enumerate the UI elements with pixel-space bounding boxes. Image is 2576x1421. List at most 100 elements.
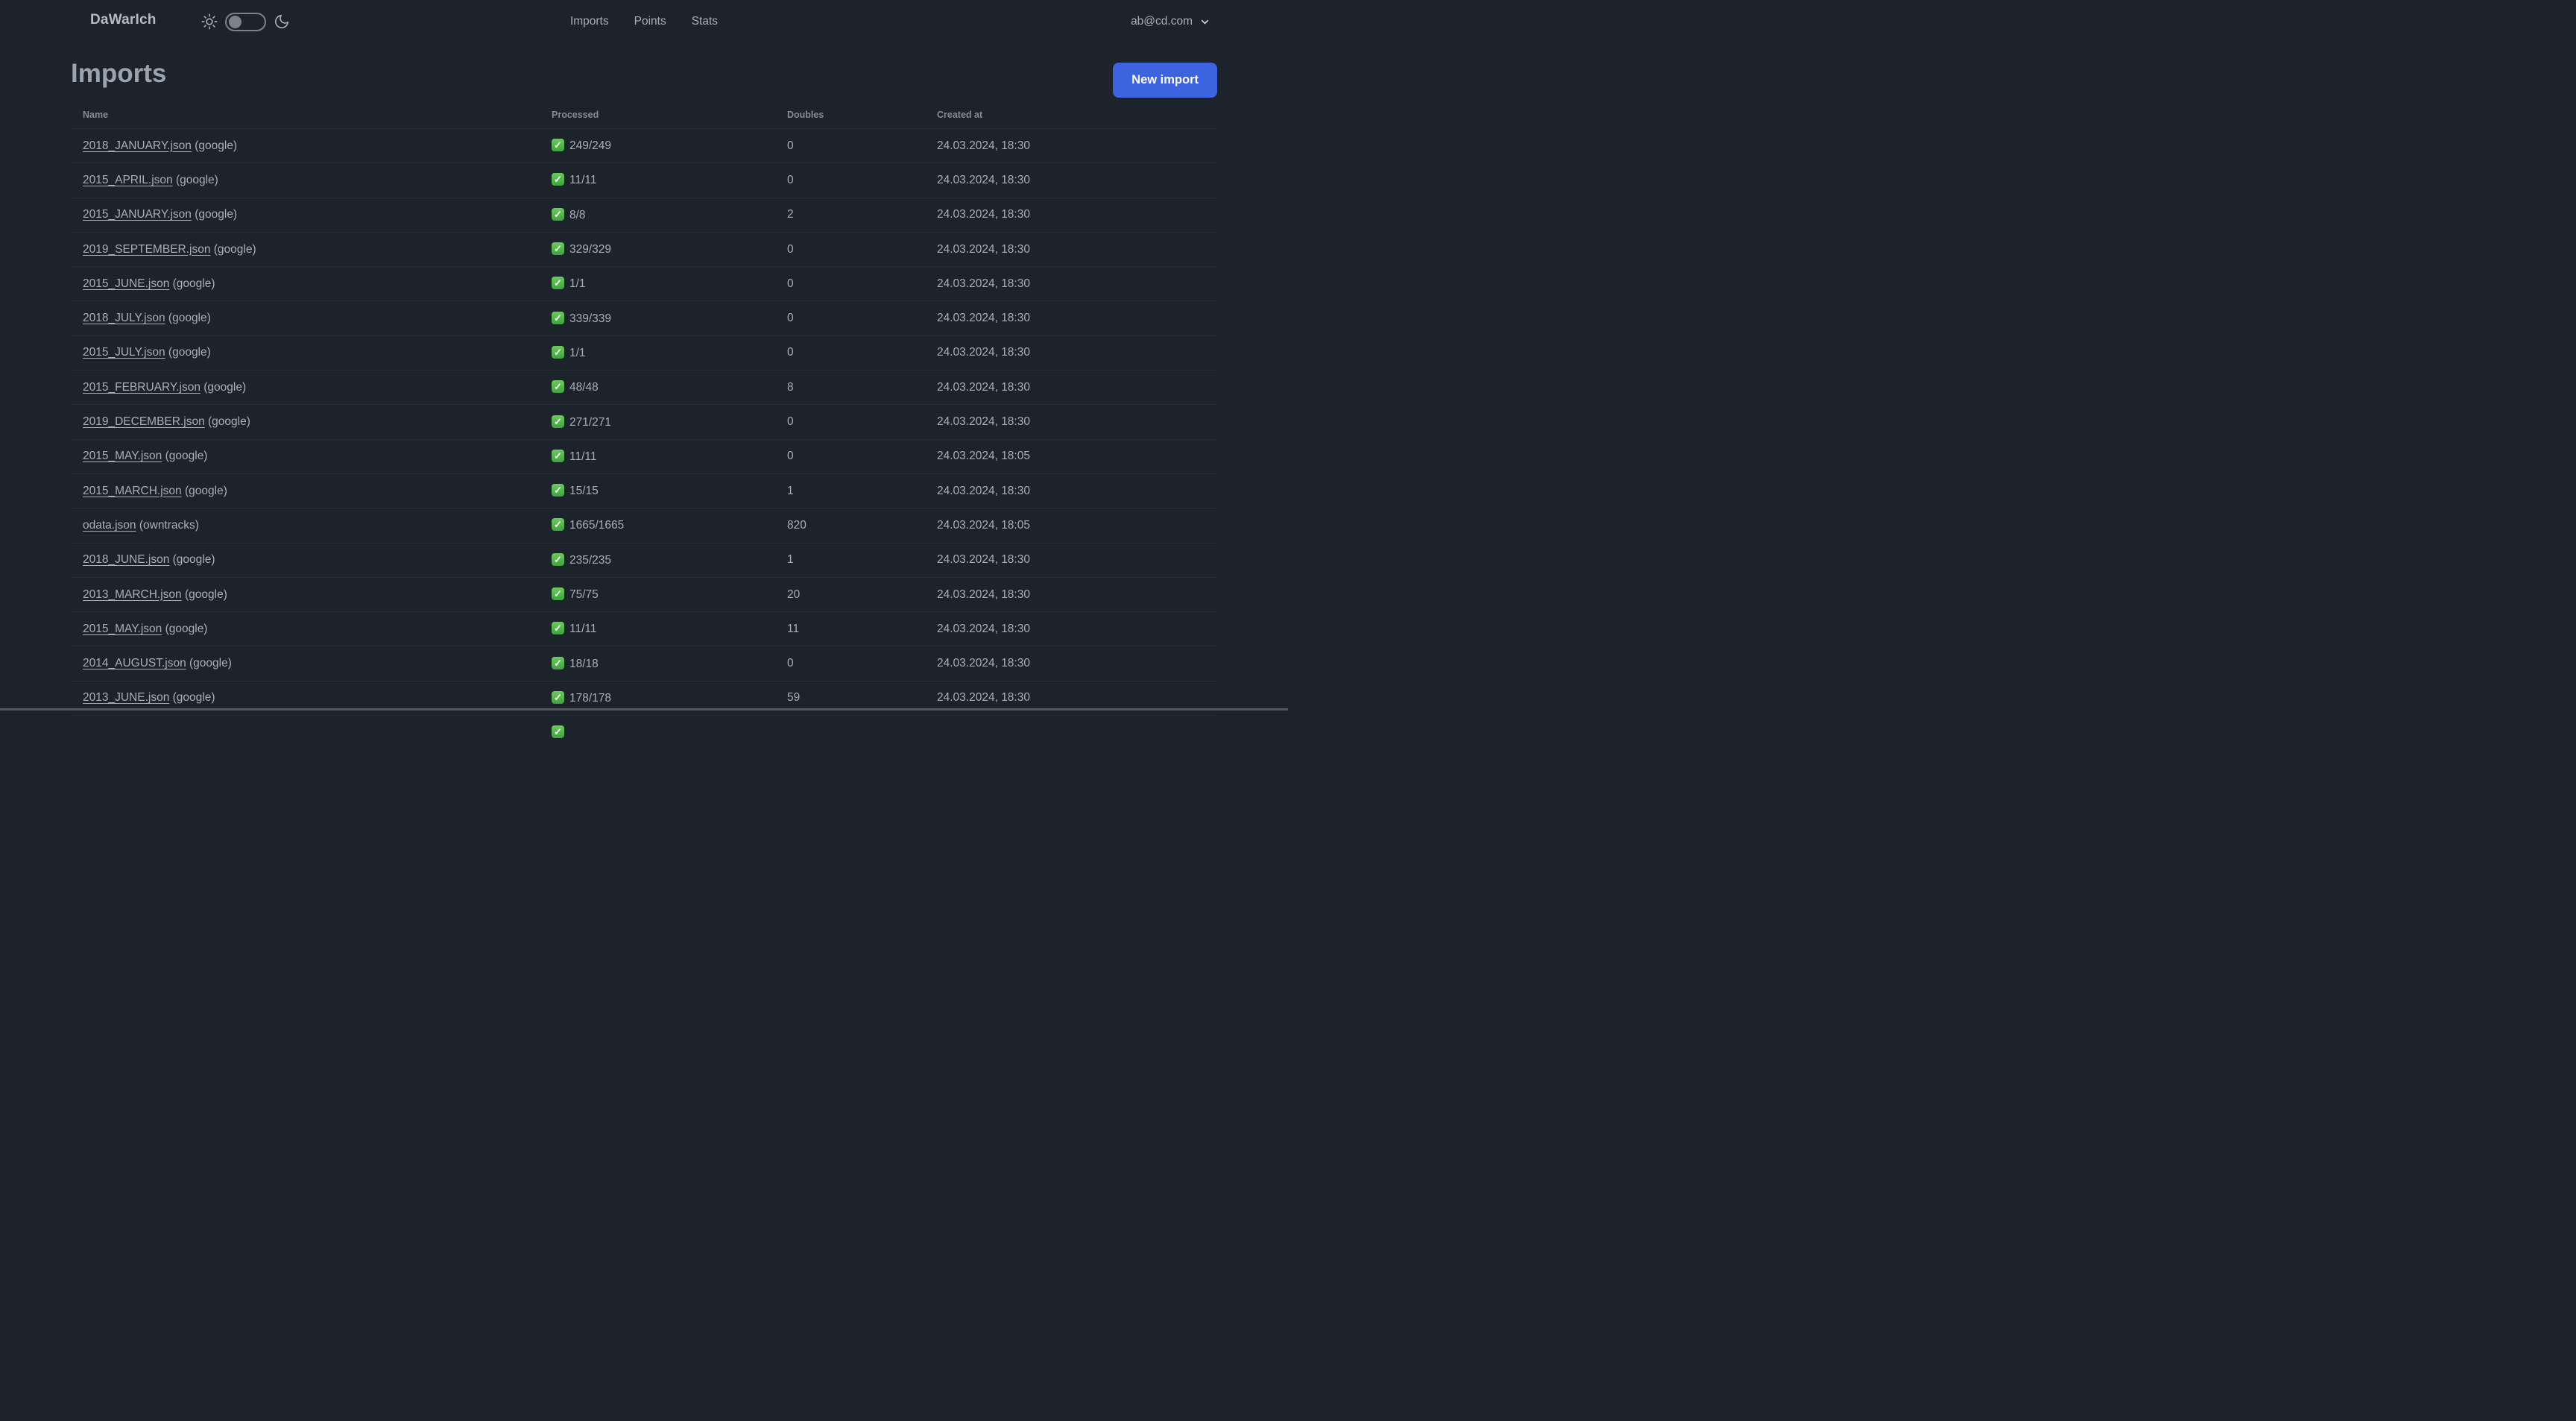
import-file-link[interactable]: 2018_JULY.json bbox=[83, 312, 165, 324]
created-at-cell: 24.03.2024, 18:30 bbox=[925, 197, 1217, 233]
import-file-link[interactable]: 2015_MAY.json bbox=[83, 450, 162, 462]
processed-count: 75/75 bbox=[569, 588, 599, 601]
check-icon bbox=[552, 587, 564, 600]
processed-cell: 11/11 bbox=[540, 163, 775, 198]
doubles-cell: 0 bbox=[775, 127, 925, 163]
processed-count: 1/1 bbox=[569, 346, 586, 359]
created-at-cell: 24.03.2024, 18:30 bbox=[925, 542, 1217, 578]
check-icon bbox=[552, 552, 564, 566]
check-icon bbox=[552, 690, 564, 704]
import-source: (google) bbox=[172, 173, 218, 186]
nav-link-stats[interactable]: Stats bbox=[692, 15, 718, 28]
import-source: (owntracks) bbox=[136, 518, 199, 532]
import-file-link[interactable]: 2015_JUNE.json bbox=[83, 277, 169, 290]
check-icon bbox=[552, 622, 564, 635]
page-head: Imports New import bbox=[71, 43, 1217, 99]
import-source: (google) bbox=[181, 484, 227, 497]
imports-table-body: 2018_JANUARY.json (google)249/249024.03.… bbox=[71, 127, 1217, 750]
processed-cell: 18/18 bbox=[540, 646, 775, 681]
import-source: (google) bbox=[169, 553, 215, 567]
processed-count: 11/11 bbox=[569, 623, 597, 636]
new-import-button[interactable]: New import bbox=[1113, 63, 1217, 98]
created-at-cell: 24.03.2024, 18:05 bbox=[925, 438, 1217, 474]
import-file-link[interactable]: 2015_FEBRUARY.json bbox=[83, 381, 201, 394]
table-row: 2018_JANUARY.json (google) 249/249 024.03.… bbox=[71, 127, 1217, 163]
import-file-link[interactable]: 2019_DECEMBER.json bbox=[83, 415, 205, 428]
table-row: 2018_JULY.json (google) 339/339 024.03.202… bbox=[71, 300, 1217, 336]
import-name-cell: 2019_DECEMBER.json (google) bbox=[71, 404, 540, 440]
import-source: (google) bbox=[162, 450, 208, 463]
created-at-cell: 24.03.2024, 18:30 bbox=[925, 335, 1217, 371]
processed-count: 271/271 bbox=[569, 415, 612, 429]
table-row: 2015_FEBRUARY.json (google) 48/48 824.03.2… bbox=[71, 370, 1217, 405]
import-source: (google) bbox=[169, 277, 215, 290]
main-nav: Imports Points Stats bbox=[0, 0, 1288, 43]
import-file-link[interactable]: 2013_MARCH.json bbox=[83, 588, 182, 601]
processed-cell: 1/1 bbox=[540, 266, 775, 301]
import-file-link[interactable]: 2015_JANUARY.json bbox=[83, 208, 192, 221]
column-header-name: Name bbox=[83, 110, 109, 120]
import-file-link[interactable]: 2013_JUNE.json bbox=[83, 691, 169, 704]
import-source: (google) bbox=[191, 139, 238, 152]
imports-table: Name Processed Doubles Created at 2018_J… bbox=[71, 99, 1217, 750]
window-bottom-edge bbox=[0, 708, 1288, 710]
processed-cell: 339/339 bbox=[540, 300, 775, 336]
processed-cell: 249/249 bbox=[540, 127, 775, 163]
import-file-link[interactable]: 2015_MAY.json bbox=[83, 623, 162, 635]
processed-count: 235/235 bbox=[569, 553, 612, 567]
import-file-link[interactable]: 2015_JULY.json bbox=[83, 346, 165, 359]
doubles-cell: 0 bbox=[775, 163, 925, 198]
processed-count: 1665/1665 bbox=[569, 519, 625, 532]
import-source: (google) bbox=[210, 242, 256, 256]
processed-cell: 15/15 bbox=[540, 473, 775, 508]
processed-count: 18/18 bbox=[569, 657, 599, 670]
import-source: (google) bbox=[200, 380, 247, 394]
top-navbar: DaWarIch Imports Points Stats ab@cd.com bbox=[0, 0, 1288, 43]
table-row: odata.json (owntracks) 1665/1665 82024.03.… bbox=[71, 508, 1217, 543]
column-header-processed: Processed bbox=[552, 110, 599, 120]
check-icon bbox=[552, 277, 564, 290]
import-file-link[interactable]: odata.json bbox=[83, 519, 136, 532]
import-name-cell: 2015_JULY.json (google) bbox=[71, 335, 540, 371]
doubles-cell: 11 bbox=[775, 611, 925, 646]
check-icon bbox=[552, 139, 564, 152]
table-row: 2015_JANUARY.json (google) 8/8 224.03.2024… bbox=[71, 197, 1217, 233]
import-name-cell: 2015_FEBRUARY.json (google) bbox=[71, 370, 540, 405]
import-file-link[interactable]: 2014_AUGUST.json bbox=[83, 657, 186, 669]
processed-count: 48/48 bbox=[569, 381, 599, 394]
import-file-link[interactable]: 2015_MARCH.json bbox=[83, 485, 182, 497]
created-at-cell: 24.03.2024, 18:30 bbox=[925, 163, 1217, 198]
account-menu[interactable]: ab@cd.com bbox=[1131, 0, 1210, 43]
nav-link-points[interactable]: Points bbox=[634, 15, 666, 28]
import-file-link[interactable]: 2015_APRIL.json bbox=[83, 174, 173, 186]
table-row: 2015_MAY.json (google) 11/11 024.03.2024, … bbox=[71, 438, 1217, 474]
processed-cell: 235/235 bbox=[540, 542, 775, 578]
table-row: 2015_MAY.json (google) 11/11 1124.03.2024,… bbox=[71, 611, 1217, 646]
created-at-cell: 24.03.2024, 18:30 bbox=[925, 576, 1217, 612]
import-name-cell: 2015_JUNE.json (google) bbox=[71, 266, 540, 301]
import-name-cell: odata.json (owntracks) bbox=[71, 508, 540, 543]
processed-cell: 8/8 bbox=[540, 197, 775, 233]
created-at-cell: 24.03.2024, 18:05 bbox=[925, 508, 1217, 543]
table-row: 2015_MARCH.json (google) 15/15 124.03.2024… bbox=[71, 473, 1217, 508]
import-name-cell: 2018_JUNE.json (google) bbox=[71, 542, 540, 578]
import-name-cell: 2015_MAY.json (google) bbox=[71, 611, 540, 646]
created-at-cell: 24.03.2024, 18:30 bbox=[925, 231, 1217, 267]
account-email: ab@cd.com bbox=[1131, 15, 1193, 28]
check-icon bbox=[552, 380, 564, 394]
import-name-cell: 2018_JULY.json (google) bbox=[71, 300, 540, 336]
import-source: (google) bbox=[186, 657, 232, 670]
check-icon bbox=[552, 242, 564, 256]
created-at-cell: 24.03.2024, 18:30 bbox=[925, 370, 1217, 405]
import-file-link[interactable]: 2018_JUNE.json bbox=[83, 553, 169, 566]
nav-link-imports[interactable]: Imports bbox=[570, 15, 609, 28]
processed-cell: 75/75 bbox=[540, 576, 775, 612]
created-at-cell: 24.03.2024, 18:30 bbox=[925, 127, 1217, 163]
imports-table-header: Name Processed Doubles Created at bbox=[71, 99, 1217, 129]
processed-count: 249/249 bbox=[569, 139, 612, 153]
import-file-link[interactable]: 2019_SEPTEMBER.json bbox=[83, 243, 210, 256]
table-row: 2019_SEPTEMBER.json (google) 329/329 024.0… bbox=[71, 231, 1217, 267]
processed-count: 339/339 bbox=[569, 312, 612, 325]
import-file-link[interactable]: 2018_JANUARY.json bbox=[83, 139, 192, 152]
processed-cell: 329/329 bbox=[540, 231, 775, 267]
